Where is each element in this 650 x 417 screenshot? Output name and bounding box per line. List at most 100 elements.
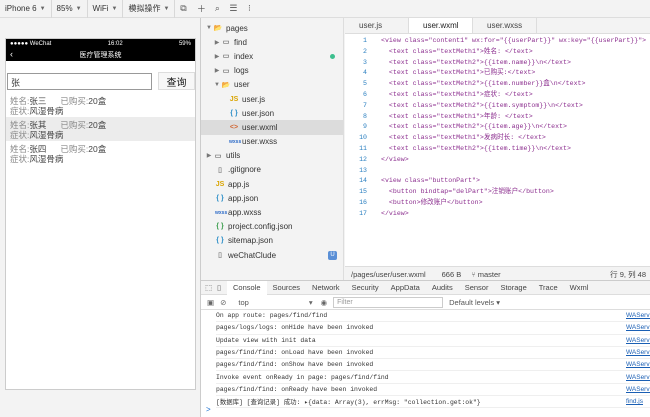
phone-status-bar: ●●●●● WeChat 16:02 59%	[6, 39, 195, 48]
tree-folder-logs[interactable]: ▶ ▭ logs	[201, 64, 343, 78]
code-area[interactable]: 1 <view class="content1" wx:for="{{userPa…	[345, 34, 650, 220]
file-path: /pages/user/user.wxml	[351, 269, 426, 279]
tab-network[interactable]: Network	[306, 281, 346, 295]
popout-icon[interactable]: ⧉	[175, 3, 191, 14]
log-source-link[interactable]: WAService.js	[626, 324, 650, 331]
chevron-right-icon: ▶	[206, 153, 212, 160]
chevron-down-icon: ▼	[39, 5, 46, 12]
log-source-link[interactable]: WAService.js	[626, 337, 650, 344]
more-icon[interactable]: ⁝	[241, 3, 257, 14]
sidebar-toggle-icon[interactable]: ▣	[207, 298, 214, 307]
simulate-action-select[interactable]: 模拟操作 ▼	[123, 0, 176, 18]
log-source-link[interactable]: find.js	[626, 398, 650, 405]
line-text: <text class="textMeth1">姓名: </text>	[381, 47, 533, 55]
tab-sensor[interactable]: Sensor	[459, 281, 495, 295]
search-input[interactable]: 张	[7, 72, 152, 90]
line-text: </view>	[381, 155, 409, 163]
search-icon[interactable]: ⌕	[209, 3, 225, 14]
tab-user-js[interactable]: user.js	[345, 18, 409, 33]
code-line: 3 <text class="textMeth2">{{item.name}}\…	[345, 58, 650, 69]
code-line: 15 <button bindtap="delPart">注销账户</butto…	[345, 187, 650, 198]
folder-icon: ▭	[222, 39, 230, 47]
tree-file-user-json[interactable]: { } user.json	[201, 106, 343, 120]
symptom-label: 症状:	[10, 130, 30, 140]
search-button[interactable]: 查询	[158, 72, 195, 90]
log-entry: pages/find/find: onReady have been invok…	[216, 384, 650, 397]
line-text: <view class="buttonPart">	[381, 177, 480, 185]
bought-value: 20盒	[88, 144, 107, 154]
log-text: On app route: pages/find/find	[216, 312, 328, 320]
config-file-icon: { }	[216, 223, 224, 231]
line-text: <view class="content1" wx:for="{{userPar…	[381, 37, 647, 44]
line-number: 16	[359, 198, 367, 206]
tree-folder-index[interactable]: ▶ ▭ index	[201, 49, 343, 63]
nav-title: 医疗管理系统	[79, 51, 122, 59]
tree-folder-user[interactable]: ▼ 📂 user	[201, 78, 343, 92]
device-select[interactable]: iPhone 6 ▼	[0, 0, 52, 18]
context-select[interactable]: top	[238, 298, 248, 307]
eye-icon[interactable]: ◉	[321, 298, 328, 307]
tree-folder-find[interactable]: ▶ ▭ find	[201, 35, 343, 49]
folder-open-icon: 📂	[221, 81, 231, 89]
line-number: 7	[363, 101, 367, 109]
tree-file-gitignore[interactable]: ▯ .gitignore	[201, 163, 343, 177]
console-filter-input[interactable]: Filter	[333, 296, 444, 308]
device-toggle-icon[interactable]: ▯	[217, 283, 227, 292]
json-file-icon: { }	[230, 109, 238, 117]
levels-select[interactable]: Default levels ▾	[449, 298, 500, 307]
code-line: 7 <text class="textMeth2">{{item.symptom…	[345, 101, 650, 112]
console-prompt[interactable]: >	[206, 405, 211, 414]
file-icon: ▯	[218, 166, 222, 174]
tree-file-app-wxss[interactable]: wxss app.wxss	[201, 205, 343, 219]
devtools-console: ⬚ ▯ Console Sources Network Security App…	[201, 280, 650, 417]
tab-sources[interactable]: Sources	[267, 281, 307, 295]
tab-trace[interactable]: Trace	[533, 281, 564, 295]
inspect-icon[interactable]: ⬚	[205, 283, 213, 292]
tab-audits[interactable]: Audits	[426, 281, 459, 295]
log-source-link[interactable]: WAService.js	[626, 349, 650, 356]
tree-file-user-wxss[interactable]: wxss user.wxss	[201, 135, 343, 149]
js-file-icon: JS	[229, 95, 239, 103]
zoom-select[interactable]: 85% ▼	[52, 0, 88, 18]
tab-console[interactable]: Console	[227, 280, 267, 295]
tree-file-user-wxml[interactable]: <> user.wxml	[201, 120, 343, 135]
clear-console-icon[interactable]: ⊘	[220, 298, 226, 307]
log-source-link[interactable]: WAService.js	[626, 374, 650, 381]
tab-security[interactable]: Security	[346, 281, 385, 295]
tree-file-app-js[interactable]: JS app.js	[201, 177, 343, 191]
tab-user-wxml[interactable]: user.wxml	[409, 18, 473, 33]
network-select[interactable]: WiFi ▼	[88, 0, 124, 18]
tab-storage[interactable]: Storage	[494, 281, 532, 295]
symptom-value: 风湿骨病	[29, 130, 64, 140]
tree-folder-pages[interactable]: ▼ 📂 pages	[201, 21, 343, 35]
tree-file-project-config[interactable]: { } project.config.json	[201, 220, 343, 234]
tree-folder-utils[interactable]: ▶ ▭ utils	[201, 149, 343, 163]
tree-file-user-js[interactable]: JS user.js	[201, 92, 343, 106]
back-arrow-icon[interactable]: ‹	[10, 49, 13, 59]
battery-label: 59%	[178, 40, 191, 47]
log-source-link[interactable]: WAService.js	[626, 386, 650, 393]
tree-file-wechatclude[interactable]: ▯ weChatClude U	[201, 248, 343, 262]
simulate-action-label: 模拟操作	[128, 4, 161, 13]
log-text: [数据库] [查询记录] 成功: ▸{data: Array(3), errMs…	[216, 399, 481, 407]
symptom-value: 风湿骨病	[29, 106, 64, 116]
chevron-down-icon: ▾	[308, 297, 313, 307]
log-entry[interactable]: [数据库] [查询记录] 成功: ▸{data: Array(3), errMs…	[216, 396, 650, 409]
collapse-icon[interactable]: ☰	[225, 3, 241, 14]
device-label: iPhone 6	[5, 4, 37, 13]
tab-appdata[interactable]: AppData	[385, 281, 426, 295]
tree-file-sitemap[interactable]: { } sitemap.json	[201, 234, 343, 248]
log-source-link[interactable]: WAService.js	[626, 312, 650, 319]
name-label: 姓名:	[10, 96, 30, 106]
chevron-down-icon: ▼	[163, 5, 170, 12]
line-number: 8	[363, 112, 367, 120]
tree-file-app-json[interactable]: { } app.json	[201, 191, 343, 205]
new-file-icon[interactable]: ＋	[193, 2, 209, 15]
tab-wxml[interactable]: Wxml	[564, 281, 595, 295]
line-number: 1	[363, 37, 367, 44]
log-entry: Update view with init data WAService.js	[216, 335, 650, 347]
tab-user-wxss[interactable]: user.wxss	[473, 18, 537, 33]
log-source-link[interactable]: WAService.js	[626, 361, 650, 368]
json-file-icon: { }	[216, 237, 224, 245]
code-line: 6 <text class="textMeth1">症状: </text>	[345, 90, 650, 101]
